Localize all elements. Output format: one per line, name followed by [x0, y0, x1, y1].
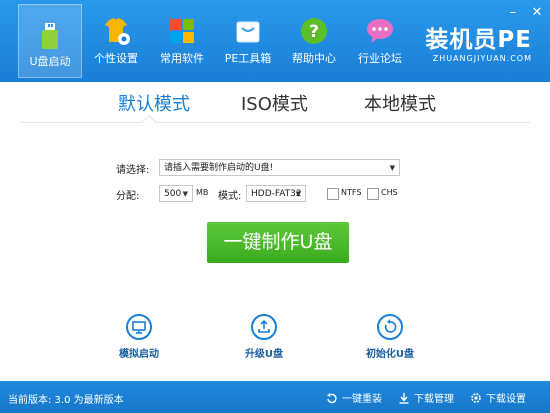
partition-size-value: 500: [164, 189, 182, 199]
nav-label-personalize: 个性设置: [94, 52, 138, 65]
mode-tabs: 默认模式 ISO模式 本地模式: [0, 82, 550, 122]
simulate-boot-button[interactable]: 模拟启动: [99, 314, 179, 360]
tab-local-mode[interactable]: 本地模式: [364, 90, 436, 116]
mode-label: 模式:: [218, 191, 242, 202]
format-mode-select[interactable]: HDD-FAT32 ▼: [246, 185, 306, 202]
help-icon: ?: [301, 18, 327, 44]
ntfs-checkbox[interactable]: [327, 188, 339, 200]
tab-iso-mode[interactable]: ISO模式: [241, 90, 308, 116]
upgrade-usb-button[interactable]: 升级U盘: [224, 314, 304, 360]
chat-icon: [367, 19, 393, 43]
partition-size-select[interactable]: 500 ▼: [159, 185, 193, 202]
download-manager-label: 下载管理: [414, 394, 454, 405]
usb-icon: [42, 23, 58, 49]
reinstall-link[interactable]: 一键重装: [326, 390, 382, 405]
reset-icon: [377, 314, 403, 340]
tiles-icon: [170, 19, 194, 43]
status-bar: 当前版本: 3.0 为最新版本 一键重装 下载管理 下载设置: [0, 381, 550, 413]
brand-name: 装机员PE: [425, 27, 532, 53]
nav-item-usb-boot[interactable]: U盘启动: [18, 4, 82, 78]
make-usb-button[interactable]: 一键制作U盘: [207, 222, 349, 263]
usb-drive-select-value: 请插入需要制作启动的U盘!: [164, 163, 274, 173]
app-window: – ✕ U盘启动 个性设置 常用软件 PE工具箱 ? 帮助中心 行业论坛 装机员…: [0, 0, 550, 413]
nav-item-pe-toolbox[interactable]: PE工具箱: [216, 0, 280, 74]
nav-label-software: 常用软件: [160, 52, 204, 65]
nav-item-software[interactable]: 常用软件: [150, 0, 214, 74]
download-icon: [399, 392, 409, 404]
select-label: 请选择:: [116, 165, 150, 176]
ntfs-label: NTFS: [341, 188, 362, 197]
download-settings-label: 下载设置: [486, 394, 526, 405]
nav-label-usb-boot: U盘启动: [29, 55, 71, 68]
top-nav: U盘启动 个性设置 常用软件 PE工具箱 ? 帮助中心 行业论坛: [18, 0, 414, 78]
svg-text:?: ?: [309, 22, 319, 42]
nav-label-forum: 行业论坛: [358, 52, 402, 65]
partition-unit: MB: [196, 188, 209, 197]
reinstall-label: 一键重装: [342, 394, 382, 405]
nav-label-pe-toolbox: PE工具箱: [224, 52, 272, 65]
download-manager-link[interactable]: 下载管理: [398, 390, 454, 405]
download-settings-link[interactable]: 下载设置: [470, 390, 526, 405]
simulate-boot-label: 模拟启动: [119, 349, 159, 360]
window-controls: – ✕: [506, 6, 544, 20]
nav-label-help: 帮助中心: [292, 52, 336, 65]
upgrade-usb-label: 升级U盘: [244, 349, 284, 360]
nav-item-personalize[interactable]: 个性设置: [84, 0, 148, 74]
chs-checkbox[interactable]: [367, 188, 379, 200]
partition-label: 分配:: [116, 191, 140, 202]
usb-drive-select[interactable]: 请插入需要制作启动的U盘! ▼: [159, 159, 400, 176]
format-mode-value: HDD-FAT32: [251, 189, 302, 199]
chevron-down-icon: ▼: [389, 164, 395, 172]
nav-item-help[interactable]: ? 帮助中心: [282, 0, 346, 74]
brand-url: ZHUANGJIYUAN.COM: [432, 54, 532, 63]
version-text: 当前版本: 3.0 为最新版本: [8, 395, 124, 406]
tshirt-gear-icon: [105, 18, 130, 45]
init-usb-button[interactable]: 初始化U盘: [350, 314, 430, 360]
monitor-icon: [126, 314, 152, 340]
header-bar: – ✕ U盘启动 个性设置 常用软件 PE工具箱 ? 帮助中心 行业论坛 装机员…: [0, 0, 550, 82]
minimize-button[interactable]: –: [506, 6, 520, 20]
chevron-down-icon: ▼: [295, 190, 301, 198]
chs-label: CHS: [381, 188, 398, 197]
tab-default-mode[interactable]: 默认模式: [118, 90, 190, 116]
close-button[interactable]: ✕: [530, 6, 544, 20]
settings-icon: [471, 392, 481, 403]
tab-divider: [20, 122, 530, 123]
upload-icon: [251, 314, 277, 340]
chevron-down-icon: ▼: [182, 190, 188, 198]
reinstall-icon: [327, 392, 337, 403]
init-usb-label: 初始化U盘: [365, 349, 415, 360]
brand-logo: 装机员PE ZHUANGJIYUAN.COM: [425, 28, 532, 63]
nav-item-forum[interactable]: 行业论坛: [348, 0, 412, 74]
bag-icon: [236, 21, 260, 43]
